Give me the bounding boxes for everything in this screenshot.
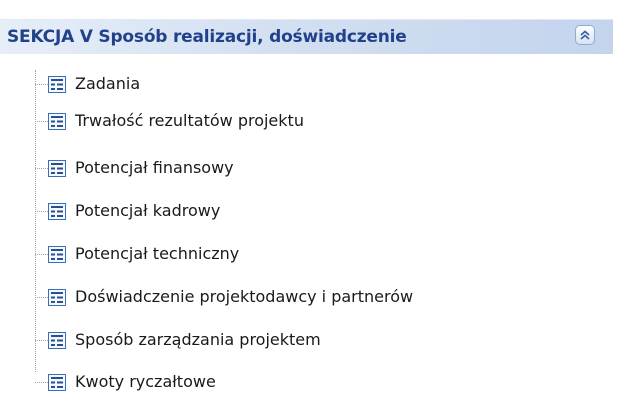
tree-item-label: Potencjał techniczny [75, 244, 240, 263]
form-icon [48, 203, 66, 220]
tree-item-label: Trwałość rezultatów projektu [75, 111, 304, 130]
tree-branch-line [35, 254, 48, 255]
form-icon [48, 113, 66, 130]
section-panel: SEKCJA V Sposób realizacji, doświadczeni… [0, 0, 618, 398]
section-header[interactable]: SEKCJA V Sposób realizacji, doświadczeni… [0, 19, 613, 54]
collapse-button[interactable] [575, 25, 595, 45]
tree-item-sposob-zarzadzania[interactable]: Sposób zarządzania projektem [0, 326, 560, 354]
double-chevron-up-icon [580, 30, 590, 40]
tree-branch-line [35, 297, 48, 298]
tree-branch-line [35, 340, 48, 341]
tree-item-label: Potencjał kadrowy [75, 201, 221, 220]
form-icon [48, 332, 66, 349]
form-icon [48, 76, 66, 93]
tree-branch-line [35, 121, 48, 122]
tree-item-kwoty-ryczaltowe[interactable]: Kwoty ryczałtowe [0, 368, 560, 396]
tree-item-label: Sposób zarządzania projektem [75, 330, 321, 349]
tree-item-trwalosc-rezultatow[interactable]: Trwałość rezultatów projektu [0, 107, 560, 135]
tree-item-label: Doświadczenie projektodawcy i partnerów [75, 287, 414, 306]
tree-item-potencjal-kadrowy[interactable]: Potencjał kadrowy [0, 197, 560, 225]
form-icon [48, 289, 66, 306]
tree-item-doswiadczenie[interactable]: Doświadczenie projektodawcy i partnerów [0, 283, 560, 311]
tree-item-potencjal-techniczny[interactable]: Potencjał techniczny [0, 240, 560, 268]
tree-item-label: Kwoty ryczałtowe [75, 372, 216, 391]
form-icon [48, 160, 66, 177]
form-icon [48, 374, 66, 391]
tree-branch-line [35, 382, 48, 383]
tree-branch-line [35, 211, 48, 212]
tree-item-zadania[interactable]: Zadania [0, 70, 560, 98]
tree-item-potencjal-finansowy[interactable]: Potencjał finansowy [0, 154, 560, 182]
tree-branch-line [35, 84, 48, 85]
tree-item-label: Zadania [75, 74, 141, 93]
tree-item-label: Potencjał finansowy [75, 158, 234, 177]
form-icon [48, 246, 66, 263]
section-title: SEKCJA V Sposób realizacji, doświadczeni… [7, 27, 407, 47]
tree-branch-line [35, 168, 48, 169]
